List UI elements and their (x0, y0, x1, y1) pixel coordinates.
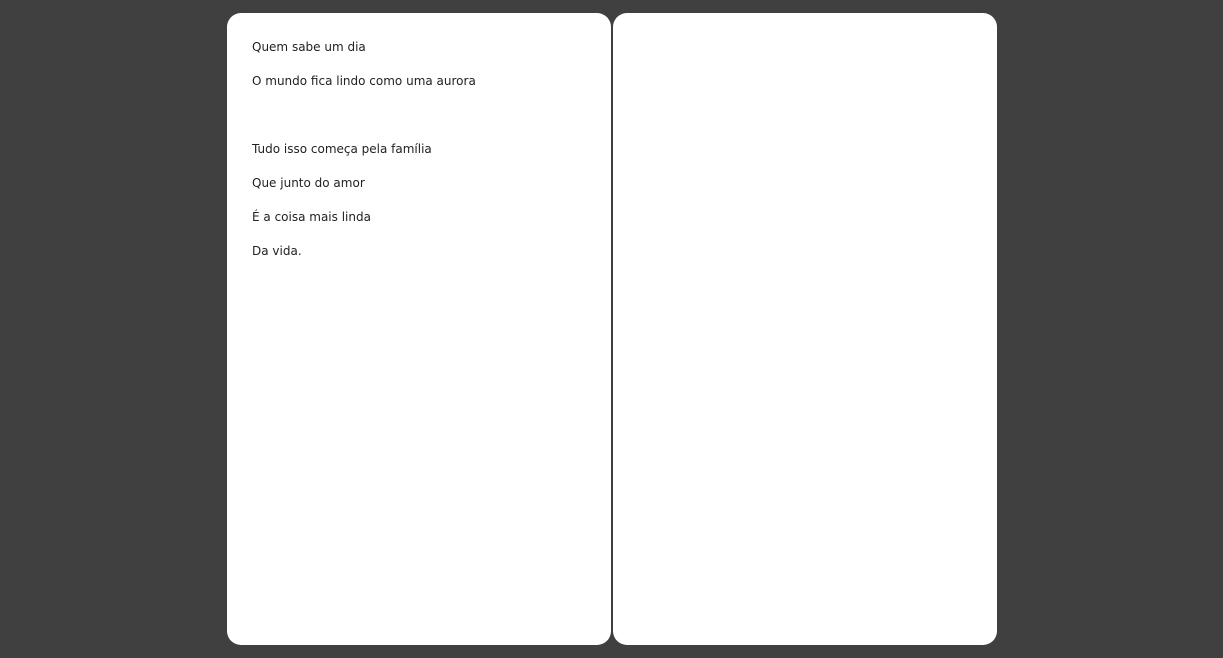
poem-line: Que junto do amor (252, 176, 365, 190)
book: Quem sabe um dia O mundo fica lindo como… (227, 13, 997, 645)
poem-line: É a coisa mais linda (252, 210, 371, 224)
poem-line: Tudo isso começa pela família (252, 142, 432, 156)
poem-line: O mundo fica lindo como uma aurora (252, 74, 476, 88)
right-page[interactable] (613, 13, 997, 645)
poem-line: Quem sabe um dia (252, 40, 366, 54)
poem-text: Quem sabe um dia O mundo fica lindo como… (252, 40, 591, 278)
poem-line: Da vida. (252, 244, 302, 258)
poem-stanza-break (252, 108, 591, 123)
left-page[interactable]: Quem sabe um dia O mundo fica lindo como… (227, 13, 611, 645)
